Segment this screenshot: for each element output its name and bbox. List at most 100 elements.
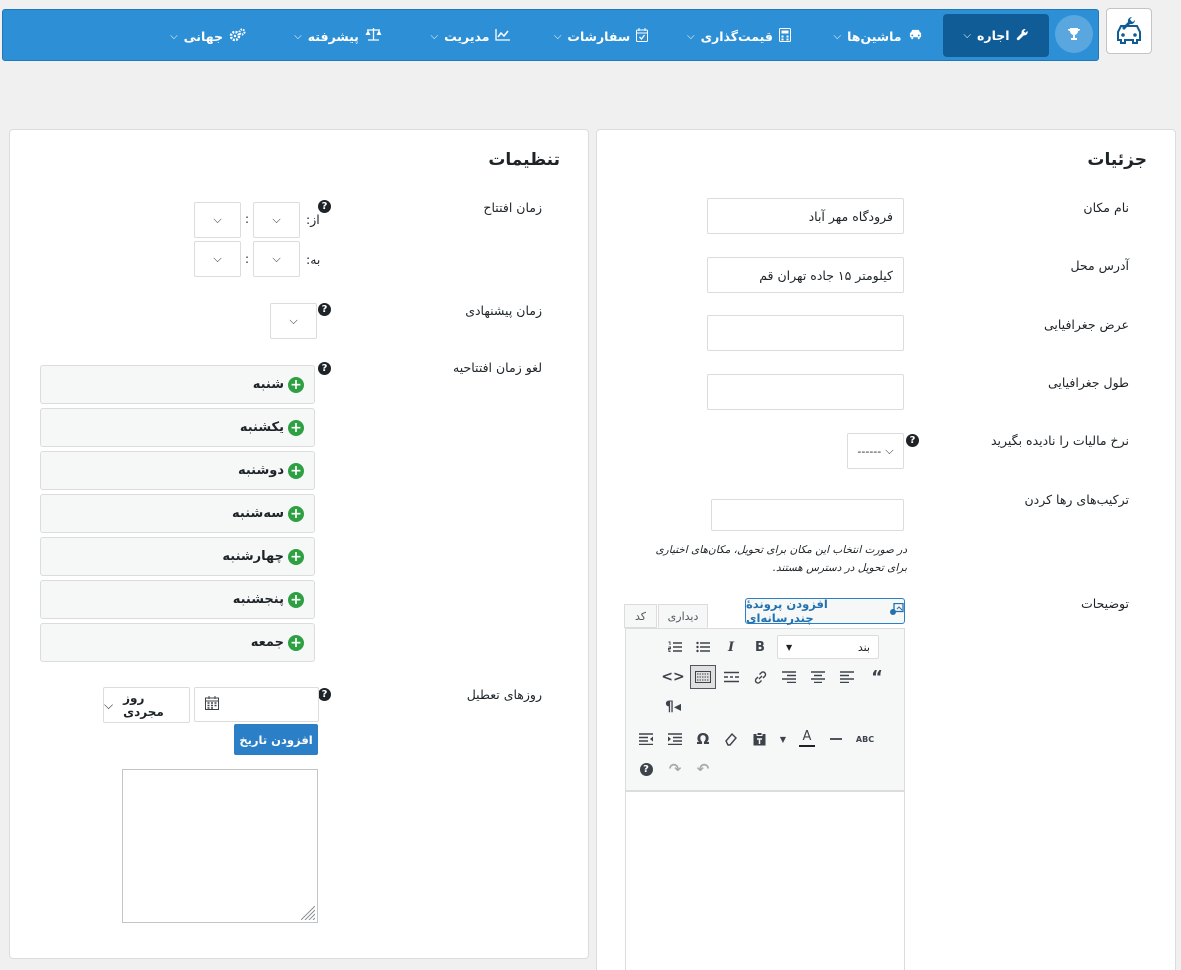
- editor-toolbar: ▼ بند B I “ <> ¶◂ ABC A ▼ Ω ↶ ↷ ?: [625, 628, 905, 791]
- location-name-label: نام مکان: [1083, 200, 1129, 215]
- text-color-icon[interactable]: A: [796, 728, 818, 750]
- paste-text-icon[interactable]: [748, 728, 770, 750]
- read-more-icon[interactable]: [720, 666, 742, 688]
- redo-icon[interactable]: ↷: [664, 758, 686, 780]
- help-icon[interactable]: ?: [318, 303, 331, 316]
- day-item-wednesday[interactable]: چهارشنبه +: [40, 537, 315, 576]
- to-hour-select[interactable]: ⌵: [194, 241, 241, 277]
- blockquote-icon[interactable]: “: [866, 666, 888, 688]
- align-left-icon[interactable]: [836, 666, 858, 688]
- nav-item-cars[interactable]: ماشین‌ها ⌵: [833, 10, 923, 62]
- toolbar-toggle-icon[interactable]: [690, 665, 716, 689]
- holidays-label: روزهای تعطیل: [466, 687, 542, 702]
- description-label: توضیحات: [1081, 596, 1129, 611]
- car-wrench-logo-icon: [1117, 16, 1141, 44]
- tab-visual[interactable]: دیداری: [658, 604, 708, 628]
- align-center-icon[interactable]: [807, 666, 829, 688]
- help-icon[interactable]: ?: [318, 688, 331, 701]
- plus-circle-icon: +: [288, 505, 304, 522]
- day-item-saturday[interactable]: شنبه +: [40, 365, 315, 404]
- chevron-down-icon: ⌵: [104, 697, 114, 712]
- from-label: از:: [306, 212, 320, 227]
- longitude-input[interactable]: [707, 374, 904, 410]
- from-hour-select[interactable]: ⌵: [194, 202, 241, 238]
- nav-item-label: اجاره: [977, 28, 1010, 43]
- day-item-tuesday[interactable]: سه‌شنبه +: [40, 494, 315, 533]
- undo-icon[interactable]: ↶: [692, 758, 714, 780]
- from-minute-select[interactable]: ⌵: [253, 202, 300, 238]
- nav-item-advanced[interactable]: پیشرفته ⌵: [293, 10, 383, 62]
- chart-line-icon: [495, 28, 511, 44]
- nav-item-label: ماشین‌ها: [847, 28, 902, 44]
- trophy-icon[interactable]: [1055, 15, 1093, 53]
- tax-select[interactable]: ------ ⌵: [847, 433, 904, 469]
- to-minute-select[interactable]: ⌵: [253, 241, 300, 277]
- nav-item-orders[interactable]: سفارشات ⌵: [553, 10, 649, 62]
- day-label: دوشنبه: [237, 463, 284, 478]
- balance-scale-icon: [365, 28, 382, 44]
- calendar-check-icon: [636, 27, 649, 45]
- plus-circle-icon: +: [288, 591, 304, 608]
- indent-icon[interactable]: [664, 728, 686, 750]
- calculator-icon: [778, 27, 791, 45]
- bullet-list-icon[interactable]: [692, 636, 714, 658]
- opening-time-label: زمان افتتاح: [483, 200, 542, 215]
- help-icon[interactable]: ?: [906, 434, 919, 447]
- outdent-icon[interactable]: [635, 728, 657, 750]
- dropoff-note: در صورت انتخاب این مکان برای تحویل، مکان…: [655, 544, 907, 574]
- italic-icon[interactable]: I: [720, 636, 742, 658]
- plus-circle-icon: +: [288, 462, 304, 479]
- location-name-input[interactable]: فرودگاه مهر آباد: [707, 198, 904, 234]
- holidays-textarea[interactable]: [122, 769, 318, 923]
- add-date-button[interactable]: افزودن تاریخ: [234, 724, 318, 755]
- code-icon[interactable]: <>: [661, 666, 684, 688]
- suggested-time-select[interactable]: ⌵: [270, 303, 317, 339]
- nav-item-management[interactable]: مدیریت ⌵: [428, 10, 513, 62]
- numbered-list-icon[interactable]: [664, 636, 686, 658]
- plus-circle-icon: +: [288, 548, 304, 565]
- calendar-icon: [205, 696, 219, 713]
- app-logo[interactable]: [1106, 8, 1152, 54]
- address-label: آدرس محل: [1070, 258, 1129, 273]
- day-label: جمعه: [250, 635, 284, 650]
- help-icon[interactable]: ?: [318, 362, 331, 375]
- day-item-sunday[interactable]: یکشنبه +: [40, 408, 315, 447]
- to-label: به:: [306, 252, 321, 267]
- description-editor-area[interactable]: [625, 791, 905, 970]
- day-item-friday[interactable]: جمعه +: [40, 623, 315, 662]
- chevron-down-icon: ⌵: [553, 30, 562, 42]
- paragraph-rtl-icon[interactable]: ¶◂: [662, 696, 684, 718]
- resize-handle-icon[interactable]: [301, 906, 315, 920]
- horizontal-line-icon[interactable]: [825, 728, 847, 750]
- bold-icon[interactable]: B: [749, 636, 771, 658]
- nav-item-label: مدیریت: [444, 28, 490, 44]
- day-item-monday[interactable]: دوشنبه +: [40, 451, 315, 490]
- chevron-down-icon: ⌵: [833, 30, 842, 42]
- tab-code[interactable]: کد: [624, 604, 657, 628]
- keyboard-help-icon[interactable]: ?: [635, 758, 657, 780]
- chevron-down-icon: ▼: [786, 642, 793, 652]
- omega-icon[interactable]: Ω: [692, 728, 714, 750]
- dropoff-label: ترکیب‌های رها کردن: [1024, 492, 1129, 507]
- nav-item-label: پیشرفته: [307, 28, 359, 44]
- align-right-icon[interactable]: [778, 666, 800, 688]
- day-item-thursday[interactable]: پنجشنبه +: [40, 580, 315, 619]
- nav-item-rental[interactable]: اجاره ⌵: [943, 14, 1049, 57]
- top-navigation-bar: اجاره ⌵ ماشین‌ها ⌵ قیمت‌گذاری ⌵ سفارشات …: [2, 9, 1099, 61]
- text-color-dropdown-icon[interactable]: ▼: [776, 728, 790, 750]
- eraser-icon[interactable]: [720, 728, 742, 750]
- chevron-down-icon: ⌵: [963, 30, 972, 41]
- chevron-down-icon: ⌵: [289, 314, 298, 327]
- latitude-input[interactable]: [707, 315, 904, 351]
- nav-item-pricing[interactable]: قیمت‌گذاری ⌵: [687, 10, 791, 62]
- latitude-label: عرض جغرافیایی: [1043, 317, 1129, 332]
- address-input[interactable]: کیلومتر ۱۵ جاده تهران قم: [707, 257, 904, 293]
- paragraph-format-select[interactable]: ▼ بند: [777, 635, 879, 659]
- link-icon[interactable]: [749, 666, 771, 688]
- dropoff-input[interactable]: [711, 499, 904, 531]
- nav-item-global[interactable]: جهانی ⌵: [168, 10, 248, 62]
- holiday-date-input[interactable]: [194, 687, 319, 722]
- add-media-button[interactable]: افزودن پروندهٔ چندرسانه‌ای: [745, 597, 905, 625]
- spellcheck-icon[interactable]: ABC: [854, 728, 876, 750]
- holiday-type-select[interactable]: ⌵ روز مجردی: [103, 687, 190, 723]
